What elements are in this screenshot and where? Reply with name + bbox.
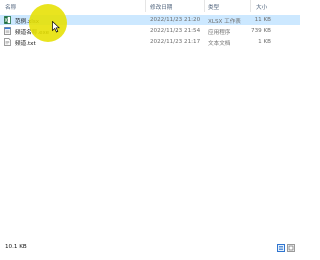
excel-file-icon xyxy=(4,16,11,24)
file-date: 2022/11/23 21:17 xyxy=(150,39,201,45)
column-header-name[interactable]: 名称 xyxy=(5,3,16,11)
text-file-icon xyxy=(4,38,11,46)
column-divider[interactable] xyxy=(145,0,146,12)
file-size: 739 KB xyxy=(251,28,271,34)
status-bar: 10.1 KB xyxy=(0,240,300,260)
cursor-highlight xyxy=(29,4,67,42)
column-header-type[interactable]: 类型 xyxy=(208,3,219,11)
mouse-pointer-icon xyxy=(52,21,60,33)
file-date: 2022/11/23 21:54 xyxy=(150,28,201,34)
file-size: 1 KB xyxy=(258,39,271,45)
details-view-icon xyxy=(279,246,283,250)
file-name: 频道.txt xyxy=(15,41,36,47)
large-icons-view-button[interactable] xyxy=(287,244,295,252)
file-size: 11 KB xyxy=(254,17,271,23)
status-summary: 10.1 KB xyxy=(5,244,27,250)
file-type: 应用程序 xyxy=(208,30,231,36)
file-date: 2022/11/23 21:20 xyxy=(150,17,201,23)
column-header-date[interactable]: 修改日期 xyxy=(150,3,172,11)
column-divider[interactable] xyxy=(250,0,251,12)
column-header-size[interactable]: 大小 xyxy=(256,3,267,11)
file-type: 文本文档 xyxy=(208,41,231,47)
large-icons-view-icon xyxy=(288,245,294,251)
details-view-button[interactable] xyxy=(277,244,285,252)
column-divider[interactable] xyxy=(204,0,205,12)
exe-file-icon xyxy=(4,27,11,35)
file-type: XLSX 工作表 xyxy=(208,19,241,25)
